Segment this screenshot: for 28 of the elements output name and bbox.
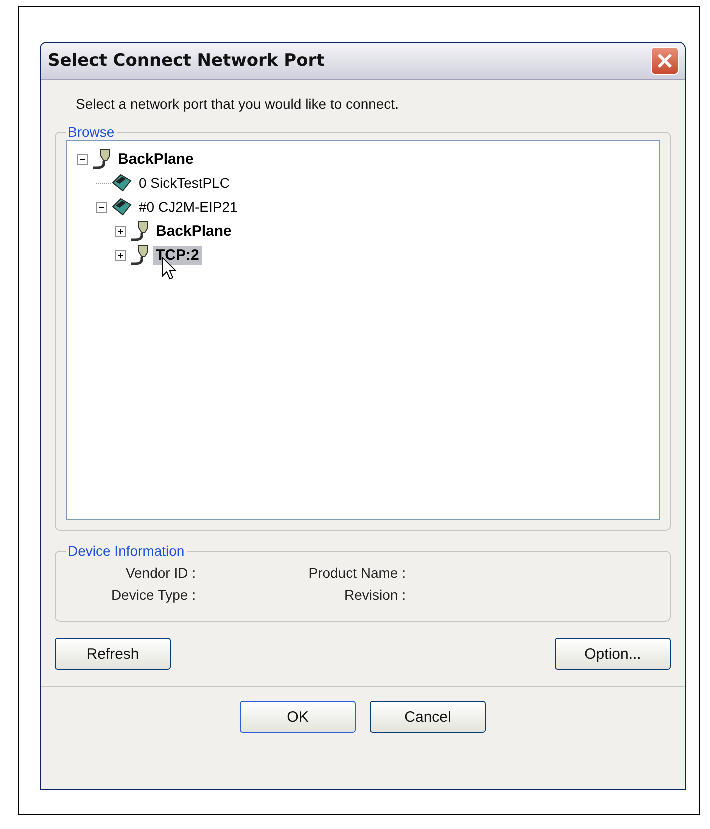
refresh-button[interactable]: Refresh <box>55 638 171 670</box>
field-label: Product Name : <box>308 565 406 581</box>
connector-icon <box>130 220 150 242</box>
field-label: Revision : <box>344 587 406 603</box>
tree-item[interactable]: #0 CJ2M-EIP21 <box>136 198 241 216</box>
expand-icon[interactable] <box>115 250 126 260</box>
collapse-icon[interactable] <box>77 154 88 164</box>
instruction-text: Select a network port that you would like to connect. <box>76 96 400 112</box>
group-label: Browse <box>67 124 116 140</box>
field-label: Device Type : <box>110 587 196 603</box>
ok-button[interactable]: OK <box>240 701 356 733</box>
close-icon <box>657 53 673 69</box>
window-title: Select Connect Network Port <box>48 51 325 71</box>
option-button[interactable]: Option... <box>555 638 671 670</box>
tree-item[interactable]: TCP:2 <box>153 246 202 264</box>
tree-item[interactable]: BackPlane <box>115 150 197 168</box>
field-label: Vendor ID : <box>124 565 196 581</box>
tree-item[interactable]: BackPlane <box>153 222 235 240</box>
expand-icon[interactable] <box>115 226 126 236</box>
close-button[interactable] <box>651 47 679 75</box>
cancel-button[interactable]: Cancel <box>370 701 486 733</box>
collapse-icon[interactable] <box>96 202 107 212</box>
connector-icon <box>92 148 112 170</box>
tree-item[interactable]: 0 SickTestPLC <box>136 174 234 192</box>
device-icon <box>111 197 133 217</box>
device-icon <box>111 173 133 193</box>
group-label: Device Information <box>67 543 186 559</box>
connector-icon <box>130 244 150 266</box>
